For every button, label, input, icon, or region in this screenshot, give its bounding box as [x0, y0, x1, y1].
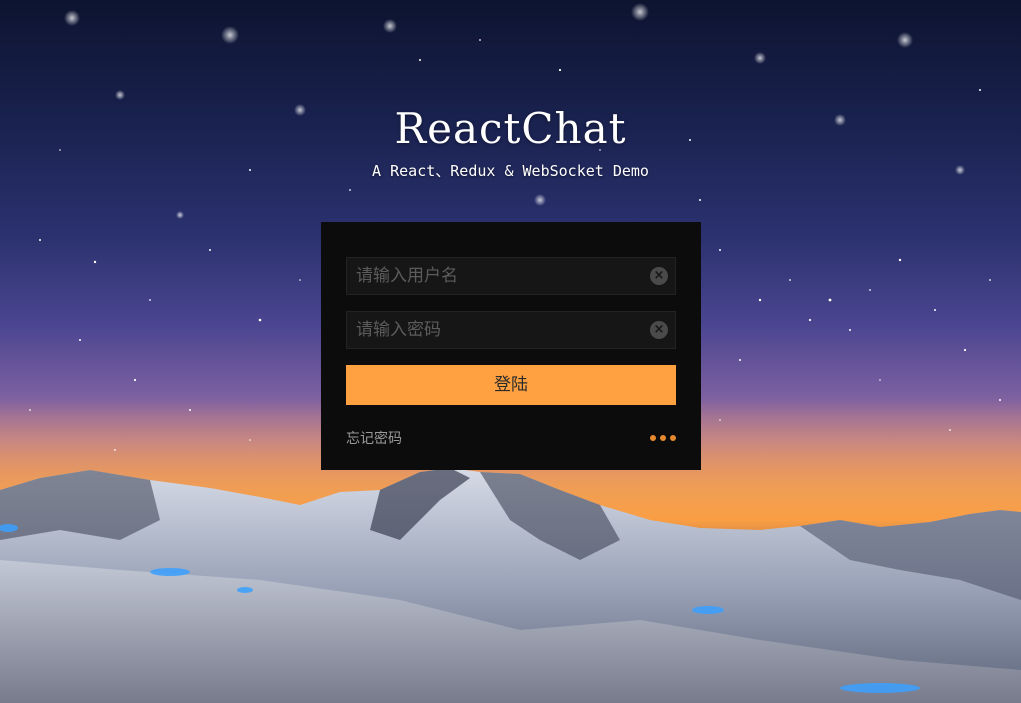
clear-username-icon[interactable]: × — [650, 267, 668, 285]
password-input[interactable] — [347, 312, 646, 348]
app-title: ReactChat — [394, 104, 627, 153]
more-dot — [670, 435, 676, 441]
more-dot — [660, 435, 666, 441]
clear-password-icon[interactable]: × — [650, 321, 668, 339]
forgot-password-link[interactable]: 忘记密码 — [346, 428, 402, 448]
username-field: × — [346, 257, 676, 295]
username-input[interactable] — [347, 258, 646, 294]
more-options-icon[interactable] — [650, 435, 676, 441]
password-field: × — [346, 311, 676, 349]
app-subtitle: A React、Redux & WebSocket Demo — [372, 162, 649, 180]
login-page: ReactChat A React、Redux & WebSocket Demo… — [0, 0, 1021, 703]
login-card: × × 登陆 忘记密码 — [321, 222, 701, 470]
more-dot — [650, 435, 656, 441]
login-button[interactable]: 登陆 — [346, 365, 676, 405]
